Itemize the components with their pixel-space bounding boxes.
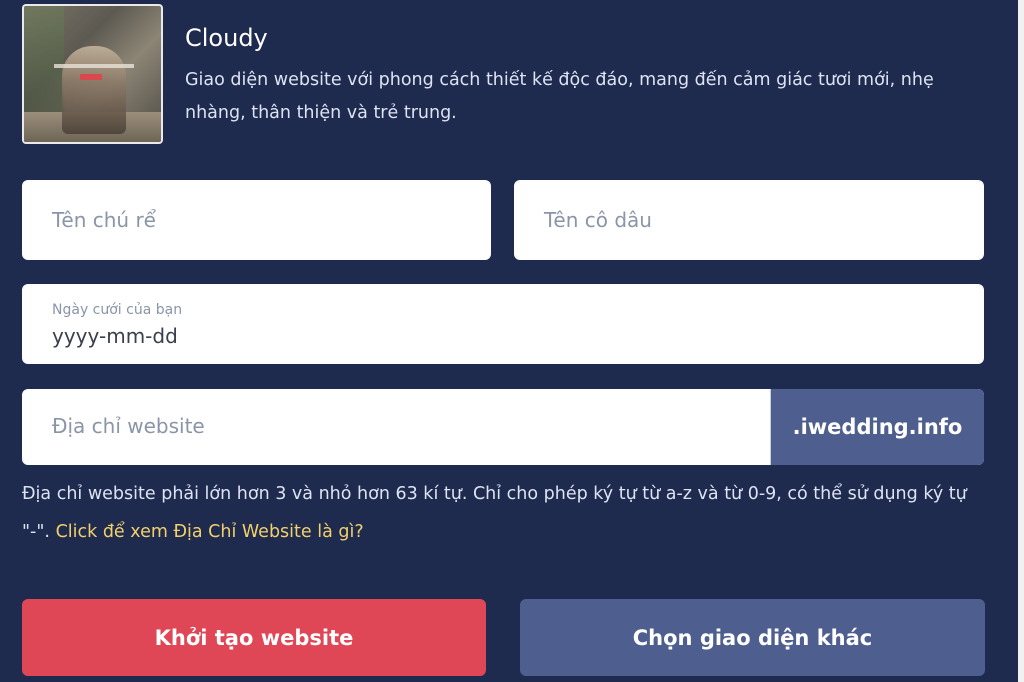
thumbnail-names-bar xyxy=(54,64,134,68)
wedding-date-input[interactable]: Ngày cưới của bạn yyyy-mm-dd xyxy=(22,284,984,364)
bride-name-input[interactable]: Tên cô dâu xyxy=(514,180,984,260)
thumbnail-button-shape xyxy=(80,74,102,80)
choose-other-theme-button[interactable]: Chọn giao diện khác xyxy=(520,599,985,676)
theme-title: Cloudy xyxy=(185,24,268,52)
groom-name-placeholder: Tên chú rể xyxy=(52,208,156,232)
website-help-link[interactable]: Click để xem Địa Chỉ Website là gì? xyxy=(56,522,364,542)
create-website-button[interactable]: Khởi tạo website xyxy=(22,599,486,676)
domain-suffix-label: .iwedding.info xyxy=(770,389,984,465)
website-help-text: Địa chỉ website phải lớn hơn 3 và nhỏ hơ… xyxy=(22,475,982,551)
page-scrollbar[interactable] xyxy=(1018,0,1024,682)
website-address-input[interactable]: Địa chỉ website .iwedding.info xyxy=(22,389,984,465)
website-address-placeholder: Địa chỉ website xyxy=(52,414,205,438)
thumbnail-couple-shape xyxy=(62,46,126,134)
wedding-date-value: yyyy-mm-dd xyxy=(52,324,178,348)
theme-thumbnail-image[interactable] xyxy=(22,4,163,144)
wedding-date-label: Ngày cưới của bạn xyxy=(52,302,183,318)
bride-name-placeholder: Tên cô dâu xyxy=(544,208,652,232)
groom-name-input[interactable]: Tên chú rể xyxy=(22,180,491,260)
wedding-signup-panel: Cloudy Giao diện website với phong cách … xyxy=(0,0,1024,682)
theme-description: Giao diện website với phong cách thiết k… xyxy=(185,70,934,123)
